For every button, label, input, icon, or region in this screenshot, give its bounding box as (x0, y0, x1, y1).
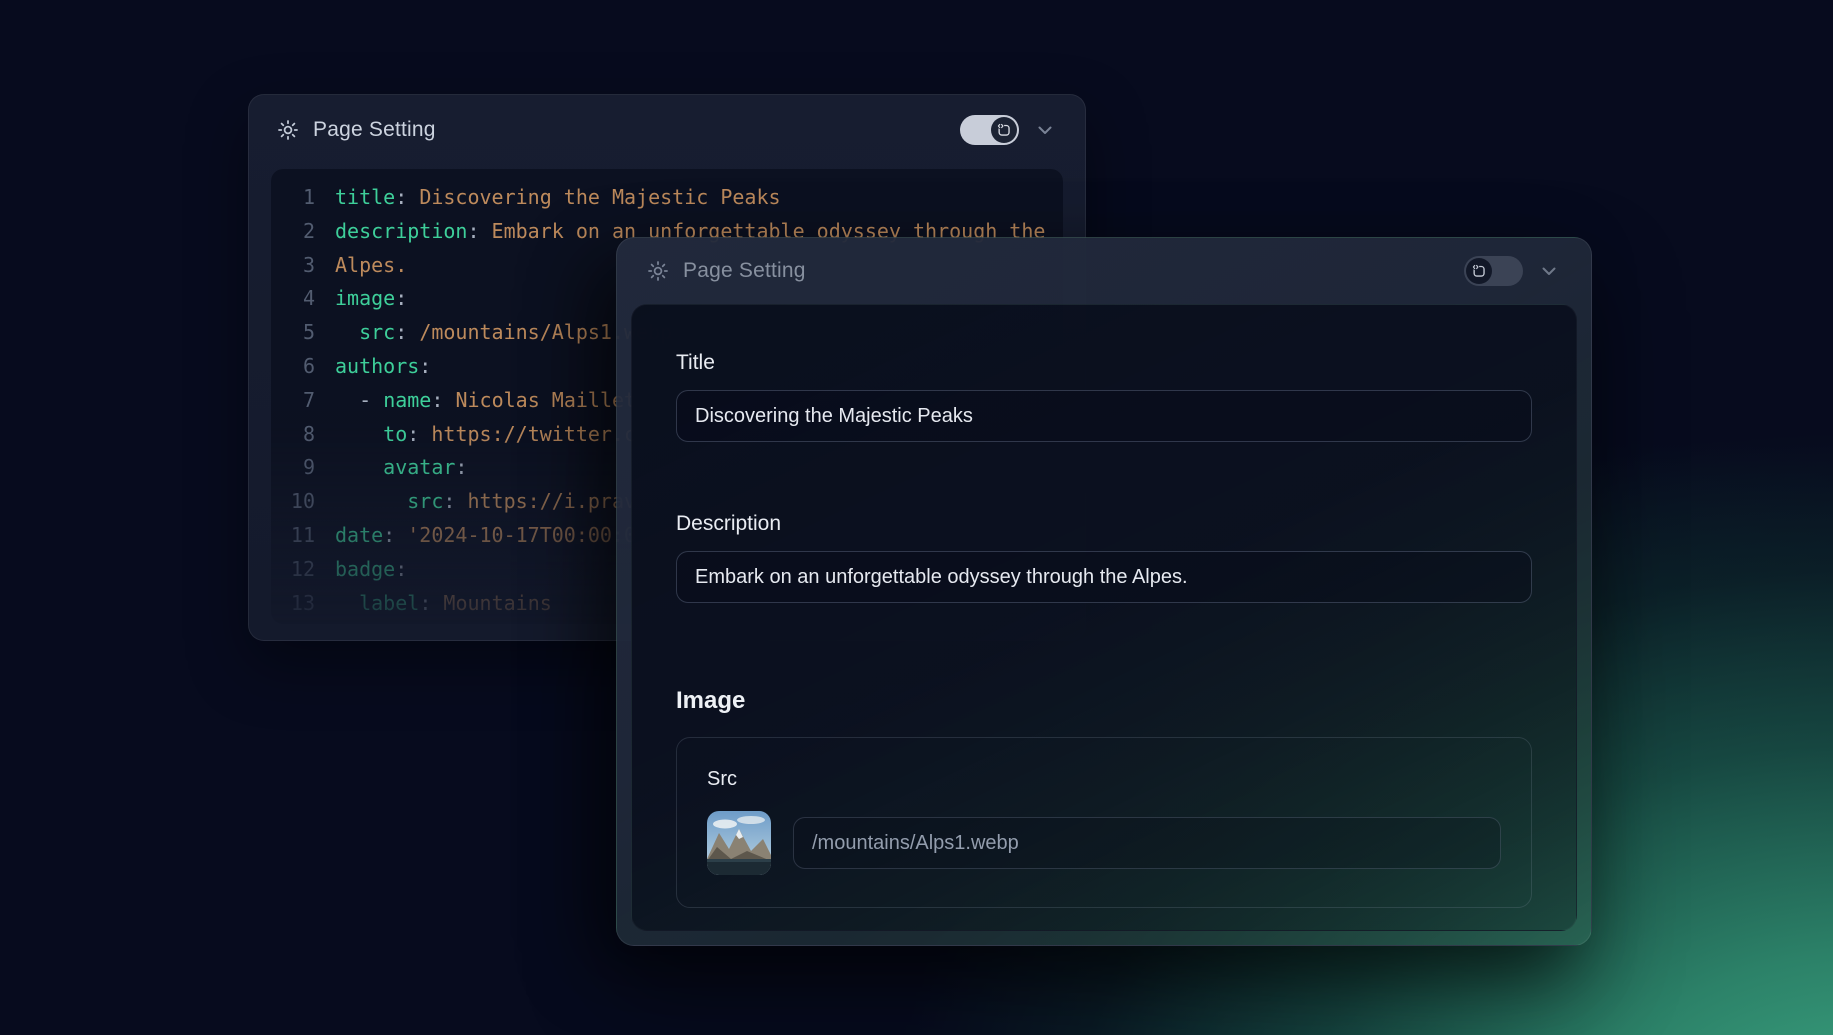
line-number: 4 (271, 282, 315, 316)
description-input[interactable] (676, 551, 1532, 603)
line-text: authors: (315, 350, 431, 384)
gear-icon (647, 260, 669, 282)
line-number: 8 (271, 418, 315, 452)
line-text: Alpes. (315, 249, 407, 283)
line-text: src: https://i.prav (315, 485, 636, 519)
line-number: 7 (271, 384, 315, 418)
mountain-photo-thumbnail (707, 811, 771, 875)
code-view-toggle[interactable] (1464, 256, 1523, 286)
toggle-knob (991, 117, 1017, 143)
code-line: 1title: Discovering the Majestic Peaks (271, 181, 1063, 215)
line-text: badge: (315, 553, 407, 587)
line-text: avatar: (315, 451, 467, 485)
chevron-down-icon[interactable] (1033, 118, 1057, 142)
title-input[interactable] (676, 390, 1532, 442)
line-number: 2 (271, 215, 315, 249)
page-setting-panel-form-view: Page Setting Title Description Imag (616, 237, 1592, 946)
line-number: 12 (271, 553, 315, 587)
line-number: 10 (271, 485, 315, 519)
line-number: 6 (271, 350, 315, 384)
code-block-icon (1470, 262, 1488, 280)
code-view-toggle[interactable] (960, 115, 1019, 145)
line-number: 11 (271, 519, 315, 553)
panel-title: Page Setting (313, 118, 436, 142)
image-src-input[interactable] (793, 817, 1501, 869)
code-block-icon (995, 121, 1013, 139)
gear-icon (277, 119, 299, 141)
src-row (707, 811, 1501, 875)
image-section-heading: Image (676, 687, 1532, 715)
line-number: 5 (271, 316, 315, 350)
src-field-label: Src (707, 768, 1501, 791)
line-number: 3 (271, 249, 315, 283)
form-content-card: Title Description Image Src (631, 304, 1577, 931)
line-number: 9 (271, 451, 315, 485)
line-text: image: (315, 282, 407, 316)
line-number: 13 (271, 587, 315, 621)
line-text: to: https://twitter.c (315, 418, 636, 452)
panel-header: Page Setting (617, 238, 1591, 304)
line-number: 1 (271, 181, 315, 215)
description-field-label: Description (676, 512, 1532, 536)
panel-header: Page Setting (249, 95, 1085, 165)
line-text: label: Mountains (315, 587, 552, 621)
panel-title: Page Setting (683, 259, 806, 283)
line-text: - name: Nicolas Maillet (315, 384, 636, 418)
toggle-knob (1466, 258, 1492, 284)
chevron-down-icon[interactable] (1537, 259, 1561, 283)
title-field-label: Title (676, 351, 1532, 375)
image-settings-card: Src (676, 737, 1532, 908)
line-text: title: Discovering the Majestic Peaks (315, 181, 781, 215)
line-text: date: '2024-10-17T00:00:0 (315, 519, 636, 553)
